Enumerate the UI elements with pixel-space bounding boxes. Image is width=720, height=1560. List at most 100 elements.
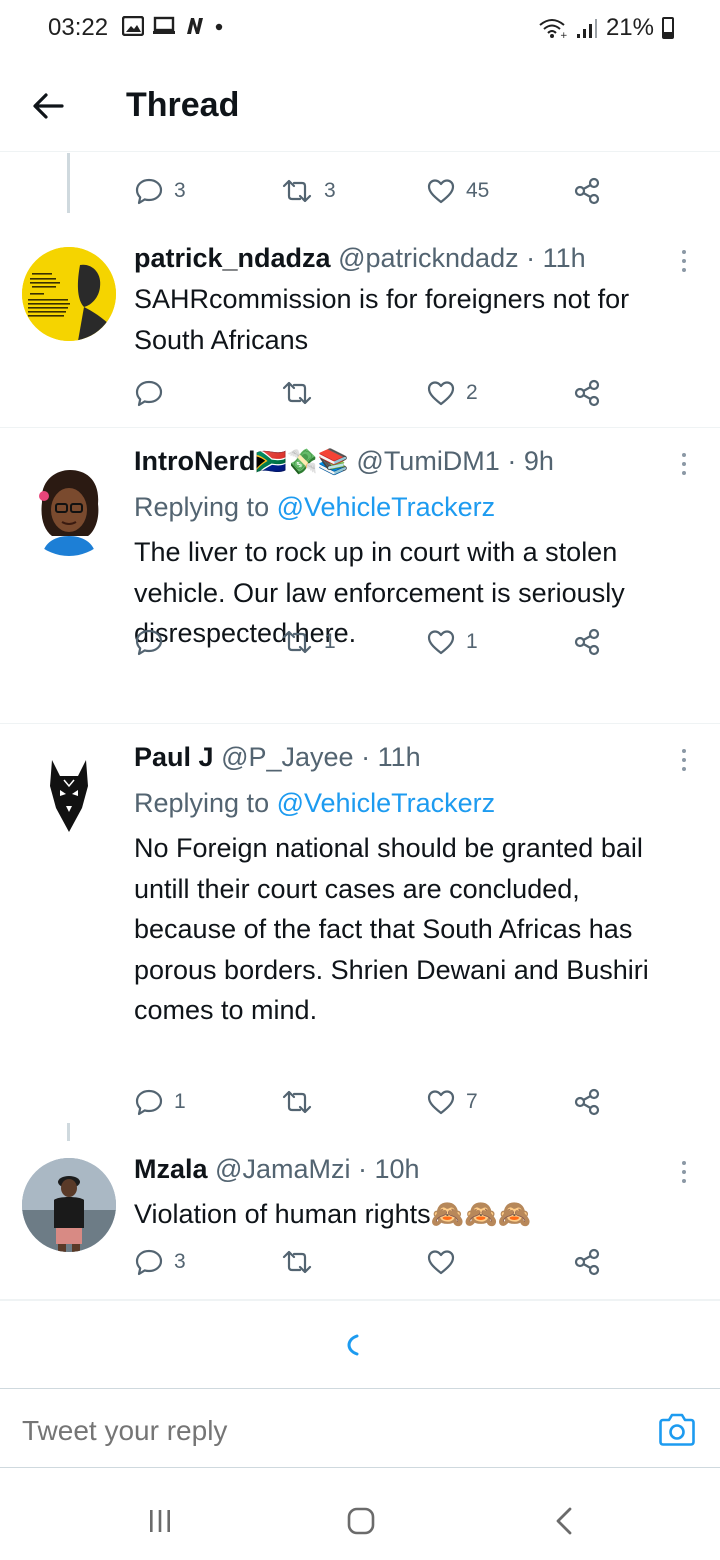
retweet-icon	[282, 381, 312, 405]
tweet-actions: 1 7	[134, 1082, 614, 1122]
share-button[interactable]	[572, 373, 602, 413]
wifi-icon: +	[539, 19, 568, 39]
camera-icon	[659, 1413, 695, 1446]
like-button[interactable]: 7	[426, 1082, 478, 1122]
retweet-button[interactable]: 3	[280, 171, 336, 211]
share-button[interactable]	[572, 1082, 602, 1122]
like-button[interactable]: 1	[426, 622, 478, 662]
replying-label: Replying to	[134, 492, 270, 522]
share-icon	[574, 1088, 600, 1116]
more-options-button[interactable]	[674, 247, 694, 277]
more-options-button[interactable]	[674, 450, 694, 480]
avatar-image	[22, 746, 116, 840]
like-count: 1	[466, 630, 478, 653]
reply-button[interactable]	[134, 373, 174, 413]
reply-button[interactable]: 1	[134, 1082, 186, 1122]
cast-icon	[153, 16, 175, 34]
retweet-button[interactable]	[280, 373, 324, 413]
reply-button[interactable]	[134, 622, 174, 662]
reply-button[interactable]: 3	[134, 171, 186, 211]
share-icon	[574, 177, 600, 205]
display-name[interactable]: IntroNerd	[134, 446, 256, 476]
retweet-icon	[282, 630, 312, 654]
share-icon	[574, 379, 600, 407]
timestamp[interactable]: 11h	[378, 742, 421, 772]
tweet-text: Violation of human rights🙈🙈🙈	[134, 1199, 532, 1229]
loading-spinner-icon	[347, 1334, 359, 1356]
tweet[interactable]: Mzala @JamaMzi · 10h Violation of human …	[0, 1136, 720, 1300]
display-name[interactable]: Paul J	[134, 742, 214, 772]
more-options-button[interactable]	[674, 1158, 694, 1188]
tweet-actions: 3 3 45	[134, 171, 614, 211]
like-count: 7	[466, 1090, 478, 1113]
arrow-left-icon	[33, 93, 64, 119]
back-button[interactable]	[26, 84, 70, 128]
user-handle[interactable]: @patrickndadz	[338, 243, 519, 273]
tweet-actions: 1 1	[134, 622, 614, 662]
share-button[interactable]	[572, 1242, 602, 1282]
recents-icon	[150, 1510, 170, 1532]
avatar[interactable]	[22, 1158, 116, 1252]
tweet-partial[interactable]: 3 3 45	[0, 153, 720, 225]
retweet-button[interactable]	[280, 1242, 324, 1282]
retweet-icon	[282, 1090, 312, 1114]
tweet[interactable]: Paul J @P_Jayee · 11h Replying to @Vehic…	[0, 724, 720, 1136]
gallery-icon	[122, 16, 144, 36]
reply-icon	[135, 178, 163, 205]
separator-dot: ·	[526, 243, 536, 273]
timestamp[interactable]: 9h	[524, 446, 554, 476]
status-bar: 03:22 + 21%	[0, 0, 720, 60]
status-time: 03:22	[48, 14, 109, 41]
tweet[interactable]: IntroNerd🇿🇦💸📚 @TumiDM1 · 9h Replying to …	[0, 428, 720, 724]
tweet-actions: 2	[134, 373, 614, 413]
timestamp[interactable]: 11h	[543, 243, 586, 273]
retweet-button[interactable]	[280, 1082, 324, 1122]
display-name[interactable]: patrick_ndadza	[134, 243, 331, 273]
reply-composer	[0, 1388, 720, 1468]
recents-button[interactable]	[145, 1506, 175, 1536]
svg-text:+: +	[560, 31, 568, 39]
share-button[interactable]	[572, 622, 602, 662]
reply-icon	[135, 380, 163, 407]
avatar-image	[22, 1158, 116, 1252]
more-vertical-icon	[682, 749, 686, 771]
like-button[interactable]	[426, 1242, 466, 1282]
reply-input[interactable]	[22, 1415, 622, 1447]
tweet-text: No Foreign national should be granted ba…	[134, 833, 649, 1025]
battery-percent: 21%	[605, 14, 654, 41]
name-emoji: 🇿🇦💸📚	[255, 448, 349, 476]
dot-icon	[215, 23, 223, 31]
timestamp[interactable]: 10h	[375, 1154, 420, 1184]
system-back-button[interactable]	[550, 1506, 580, 1536]
heart-icon	[427, 381, 455, 406]
avatar[interactable]	[22, 746, 116, 840]
like-button[interactable]: 2	[426, 373, 478, 413]
retweet-icon	[282, 179, 312, 203]
reply-button[interactable]: 3	[134, 1242, 186, 1282]
replying-to: Replying to @VehicleTrackerz	[134, 788, 495, 819]
heart-icon	[427, 1250, 455, 1275]
user-handle[interactable]: @P_Jayee	[221, 742, 353, 772]
tweet-header: IntroNerd🇿🇦💸📚 @TumiDM1 · 9h	[134, 446, 554, 477]
user-handle[interactable]: @TumiDM1	[356, 446, 499, 476]
user-handle[interactable]: @JamaMzi	[215, 1154, 350, 1184]
tweet-text: SAHRcommission is for foreigners not for…	[134, 284, 630, 355]
camera-button[interactable]	[658, 1411, 696, 1447]
display-name[interactable]: Mzala	[134, 1154, 208, 1184]
retweet-button[interactable]: 1	[280, 622, 336, 662]
replying-handle-link[interactable]: @VehicleTrackerz	[277, 788, 495, 818]
more-vertical-icon	[682, 1161, 686, 1183]
heart-icon	[427, 179, 455, 204]
avatar[interactable]	[22, 247, 116, 341]
tweet-header: Mzala @JamaMzi · 10h	[134, 1154, 420, 1185]
more-options-button[interactable]	[674, 746, 694, 776]
battery-icon	[662, 17, 674, 39]
like-button[interactable]: 45	[426, 171, 489, 211]
tweet[interactable]: patrick_ndadza @patrickndadz · 11h SAHRc…	[0, 225, 720, 428]
tweet-header: patrick_ndadza @patrickndadz · 11h	[134, 243, 586, 274]
home-button[interactable]	[346, 1506, 376, 1536]
replying-handle-link[interactable]: @VehicleTrackerz	[277, 492, 495, 522]
like-count: 2	[466, 381, 478, 404]
avatar[interactable]	[22, 462, 116, 556]
share-button[interactable]	[572, 171, 602, 211]
